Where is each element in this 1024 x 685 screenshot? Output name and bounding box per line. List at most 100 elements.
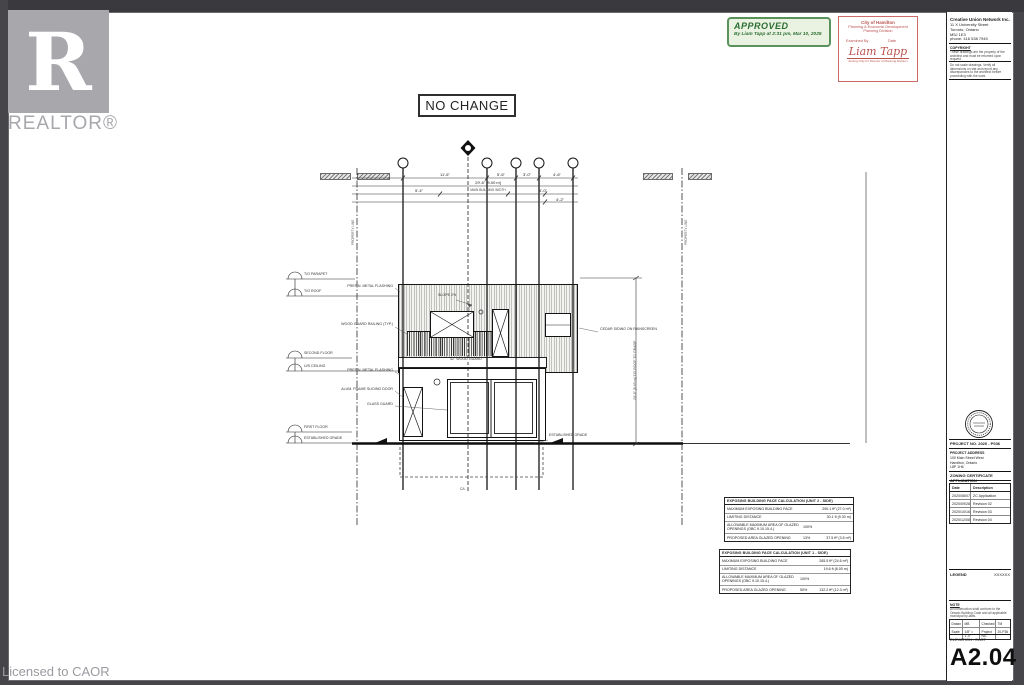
row-value: 30.1 ft (9.30 m) <box>818 515 851 519</box>
legend-value: XXXXXX <box>994 573 1010 578</box>
level-label: T/O PARAPET <box>304 273 328 277</box>
approved-stamp: APPROVED By Liam Tapp at 2:31 pm, Mar 10… <box>727 17 831 47</box>
project-number: PROJECT NO. 2020 - P036 <box>950 442 1010 447</box>
row-label: LIMITING DISTANCE <box>727 515 803 519</box>
stamp-footer: Zoning Only for Director of Planning Div… <box>839 60 917 63</box>
info-row: Drawn MB Checked TM <box>950 620 1010 628</box>
divider <box>949 600 1011 601</box>
lower-entry-door <box>403 387 423 437</box>
revision-row: 2020/10/16 Revision 03 <box>950 508 1010 516</box>
copyright-body2: Do not scale drawings. Verify all dimens… <box>950 64 1010 79</box>
annotation: GLASS GUARD <box>300 403 393 407</box>
firm-phone: phone: 416 538 7940 <box>950 37 1010 42</box>
stamp-examined-row: Examined By Date <box>839 39 917 43</box>
row-pct: 50% <box>800 588 815 592</box>
project-address-line: L8P 1H6 <box>950 465 1010 469</box>
sheet-title: ELEVATION - EAST <box>950 638 1010 643</box>
title-block: Creative Union Network Inc. 11 X Univers… <box>946 12 1012 681</box>
annotation: SLOPE 2% <box>438 294 456 298</box>
annotation: CEDAR SIDING ON RAINSCREEN <box>600 328 658 332</box>
row-value: 290.1 ft² (27.0 m²) <box>818 507 851 511</box>
centerline-label: C/L <box>460 487 465 491</box>
row-pct: 100% <box>803 525 818 529</box>
note-body: All construction shall conform to the On… <box>950 608 1010 619</box>
annotation: 42" WOOD GUARD <box>449 358 483 362</box>
dim-text: 5'-4" <box>400 188 438 193</box>
annotation: ALUM. FRAME SLIDING DOOR <box>300 388 393 392</box>
approved-line: By Liam Tapp at 2:31 pm, Mar 10, 2025 <box>734 32 824 37</box>
dim-text: 4'-0" <box>524 188 562 193</box>
row-label: ALLOWABLE MAXIMUM AREA OF GLAZED OPENING… <box>727 523 803 531</box>
table-row: PROPOSED AREA GLAZED OPENING 50% 132.2 f… <box>720 586 850 593</box>
property-line-label-right: PROPERTY LINE <box>685 220 689 245</box>
no-change-label: NO CHANGE <box>418 94 516 117</box>
upper-balcony-door <box>492 309 509 357</box>
hatch-bar-left-2 <box>357 173 390 180</box>
top-dark-bar <box>8 0 1024 12</box>
row-value: 37.5 ft² (3.5 m²) <box>818 536 851 540</box>
realtor-brand-text: REALTOR® <box>8 113 118 135</box>
divider <box>949 61 1011 62</box>
calc-table-unit2: EXPOSING BUILDING FACE CALCULATION (UNIT… <box>724 497 854 542</box>
table-row: MAXIMUM EXPOSING BUILDING FACE 265.5 ft²… <box>720 557 850 565</box>
drawn-label: Drawn <box>950 620 963 627</box>
rev-date: 2020/09/28 <box>950 500 971 507</box>
rev-desc: Revision 02 <box>971 500 1010 507</box>
row-pct: 100% <box>800 577 815 581</box>
calc-table-title: EXPOSING BUILDING FACE CALCULATION (UNIT… <box>725 498 853 505</box>
revision-header-row: Date Description <box>950 484 1010 492</box>
rev-desc: ZC Application <box>971 492 1010 499</box>
project-address-line: Hamilton, Ontario <box>950 461 1010 465</box>
divider <box>949 634 1011 635</box>
city-of-hamilton-stamp: City of Hamilton Planning & Economic Dev… <box>838 16 918 82</box>
divider <box>949 439 1011 440</box>
table-row: PROPOSED AREA GLAZED OPENING 13% 37.5 ft… <box>725 534 853 541</box>
examined-by-label: Examined By <box>846 39 868 43</box>
drawn-value: MB <box>963 620 980 627</box>
revision-table: Date Description 2020/08/07 ZC Applicati… <box>949 483 1011 524</box>
rev-date: 2020/08/07 <box>950 492 971 499</box>
sheet-number: A2.04 <box>950 644 1017 672</box>
divider <box>949 569 1011 570</box>
calc-table-title: EXPOSING BUILDING FACE CALCULATION (UNIT… <box>720 550 850 557</box>
hatch-bar-left-1 <box>320 173 351 180</box>
annotation: WOOD GUARD RAILING (TYP.) <box>300 323 393 327</box>
hatch-bar-right-1 <box>643 173 673 180</box>
approved-title: APPROVED <box>734 21 824 31</box>
divider <box>949 79 1011 80</box>
dim-height-rotated: 28'-6" [8.69 m] T/O ROOF TO GRADE <box>633 290 637 400</box>
drawing-sheet-page: R REALTOR® Licensed to CAOR NO CHANGE <box>0 0 1024 685</box>
row-label: PROPOSED AREA GLAZED OPENING <box>722 588 800 592</box>
row-label: LIMITING DISTANCE <box>722 567 800 571</box>
architect-seal-icon <box>964 409 994 439</box>
legend-row: LEGEND XXXXXX <box>950 573 1010 578</box>
project-address-heading: PROJECT ADDRESS <box>950 451 1010 455</box>
glazing-pane-left <box>450 382 489 434</box>
dim-text: 4'-2" <box>540 197 580 202</box>
rev-desc: Revision 03 <box>971 508 1010 515</box>
licensed-to-text: Licensed to CAOR <box>2 664 110 679</box>
rev-date: 2020/12/08 <box>950 516 971 523</box>
rev-date: 2020/10/16 <box>950 508 971 515</box>
row-value: 19.6 ft (6.00 m) <box>815 567 848 571</box>
dim-text: 3'-0" <box>513 172 541 177</box>
divider <box>949 471 1011 472</box>
property-line-label-left: PROPERTY LINE <box>352 220 356 245</box>
dim-text: 4'-6" <box>542 172 572 177</box>
row-label: ALLOWABLE MAXIMUM AREA OF GLAZED OPENING… <box>722 575 800 583</box>
divider <box>949 448 1011 449</box>
revision-row: 2020/12/08 Revision 04 <box>950 516 1010 523</box>
table-row: MAXIMUM EXPOSING BUILDING FACE 290.1 ft²… <box>725 505 853 513</box>
revision-row: 2020/08/07 ZC Application <box>950 492 1010 500</box>
table-row: ALLOWABLE MAXIMUM AREA OF GLAZED OPENING… <box>720 574 850 586</box>
row-label: MAXIMUM EXPOSING BUILDING FACE <box>727 507 803 511</box>
revision-row: 2020/09/28 Revision 02 <box>950 500 1010 508</box>
table-row: LIMITING DISTANCE 19.6 ft (6.00 m) <box>720 566 850 574</box>
row-label: PROPOSED AREA GLAZED OPENING <box>727 536 803 540</box>
realtor-logo-icon: R <box>8 10 109 113</box>
upper-window-right <box>545 313 571 337</box>
divider <box>949 480 1011 481</box>
divider <box>949 43 1011 44</box>
checked-label: Checked <box>980 620 996 627</box>
level-label: FIRST FLOOR <box>304 426 328 430</box>
